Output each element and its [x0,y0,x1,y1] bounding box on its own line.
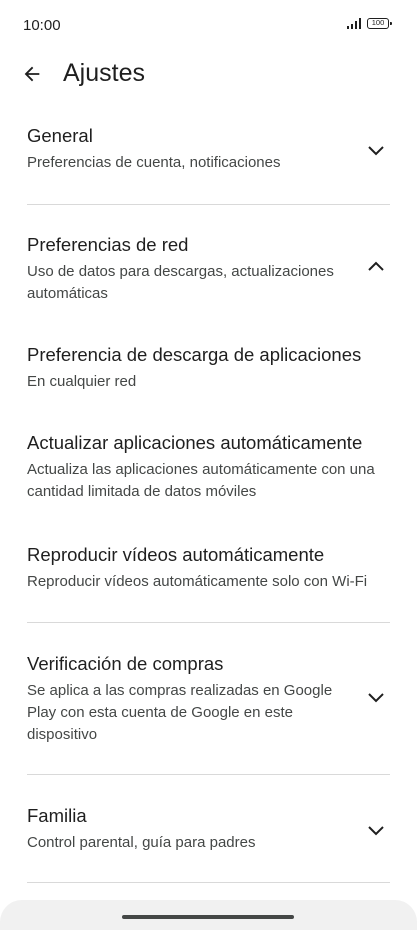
list-item-autoplay-video[interactable]: Reproducir vídeos automáticamente Reprod… [0,543,417,593]
item-subtitle: Actualiza las aplicaciones automáticamen… [27,461,375,500]
page-title: Ajustes [63,59,145,87]
divider [27,882,390,883]
signal-icon [346,17,361,29]
section-title: Verificación de compras [27,653,224,674]
item-title: Reproducir vídeos automáticamente [27,544,325,565]
item-title: Actualizar aplicaciones automáticamente [27,432,363,453]
chevron-down-icon[interactable] [364,138,388,162]
divider [27,204,390,205]
battery-icon: 100 [367,17,392,29]
item-subtitle: Reproducir vídeos automáticamente solo c… [27,573,368,590]
section-title: General [27,125,93,146]
divider [27,622,390,623]
chevron-down-icon[interactable] [364,818,388,842]
status-icons: 100 [346,17,392,29]
item-title: Preferencia de descarga de aplicaciones [27,344,362,365]
section-subtitle: Control parental, guía para padres [27,834,256,851]
chevron-up-icon[interactable] [364,255,388,279]
divider [27,774,390,775]
section-subtitle: Uso de datos para descargas, actualizaci… [27,263,334,302]
section-title: Familia [27,805,87,826]
chevron-down-icon[interactable] [364,685,388,709]
section-title: Preferencias de red [27,234,189,255]
back-button[interactable] [14,56,50,92]
app-bar: Ajustes [0,52,417,98]
list-item-download-preference[interactable]: Preferencia de descarga de aplicaciones … [0,343,417,393]
home-indicator[interactable] [122,915,294,919]
section-subtitle: Preferencias de cuenta, notificaciones [27,154,281,171]
item-subtitle: En cualquier red [27,373,137,390]
section-subtitle: Se aplica a las compras realizadas en Go… [27,682,333,743]
arrow-left-icon [24,66,40,82]
battery-level: 100 [371,18,385,28]
status-bar: 10:00 100 [0,0,417,48]
status-time: 10:00 [23,17,61,34]
list-item-auto-update[interactable]: Actualizar aplicaciones automáticamente … [0,431,417,503]
